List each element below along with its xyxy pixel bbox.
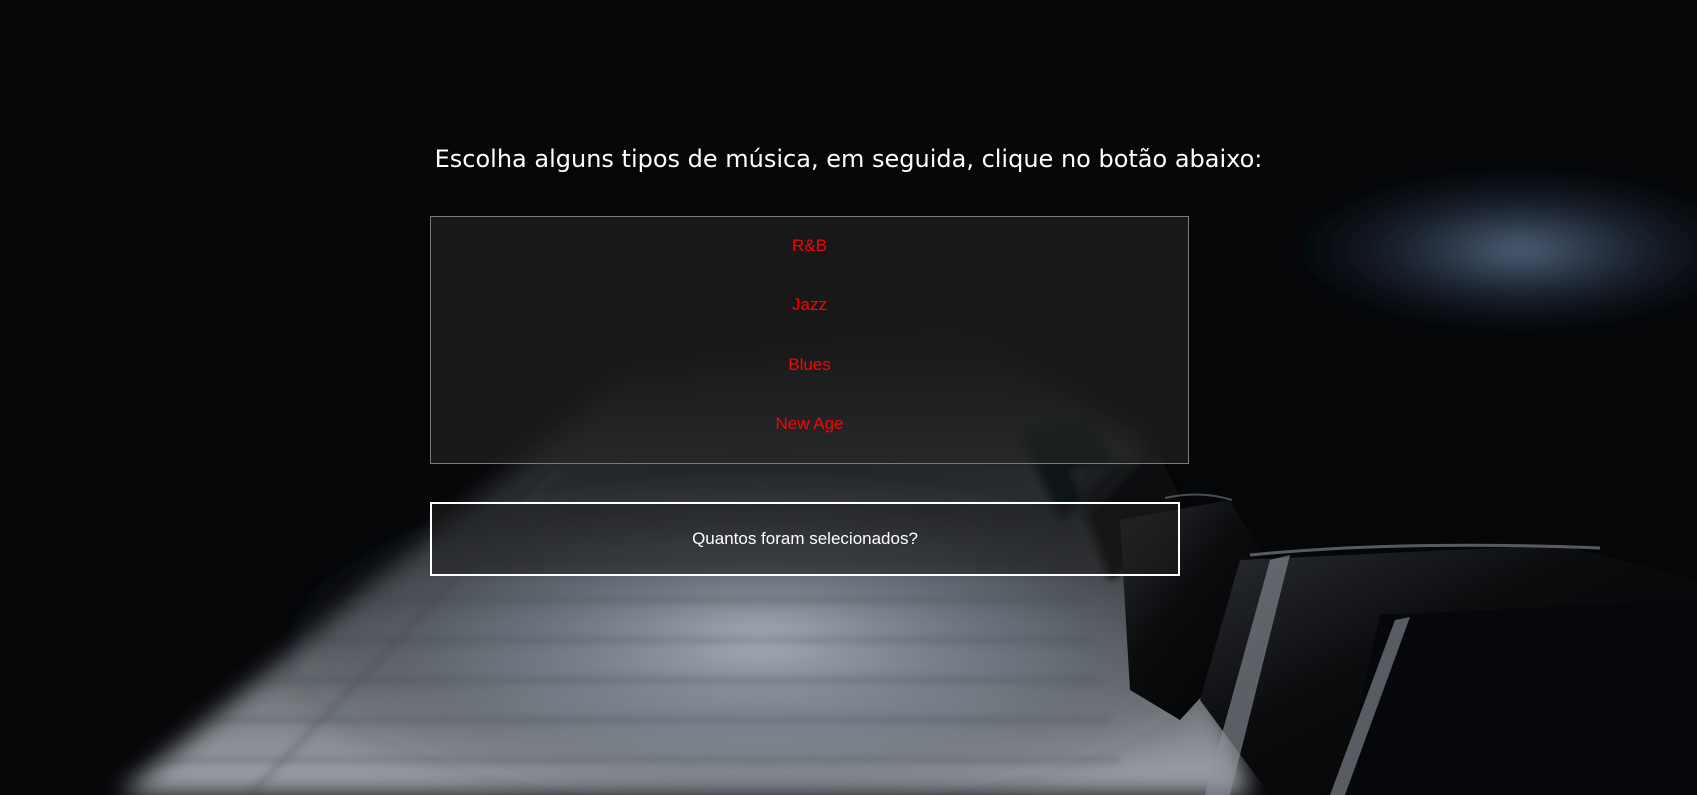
option-blues[interactable]: Blues <box>431 355 1188 375</box>
option-rnb[interactable]: R&B <box>431 236 1188 256</box>
option-jazz[interactable]: Jazz <box>431 295 1188 315</box>
page-heading: Escolha alguns tipos de música, em segui… <box>434 145 1263 173</box>
count-selected-button[interactable]: Quantos foram selecionados? <box>430 502 1180 576</box>
option-new-age[interactable]: New Age <box>431 414 1188 434</box>
music-type-select-list[interactable]: R&B Jazz Blues New Age <box>430 216 1189 464</box>
